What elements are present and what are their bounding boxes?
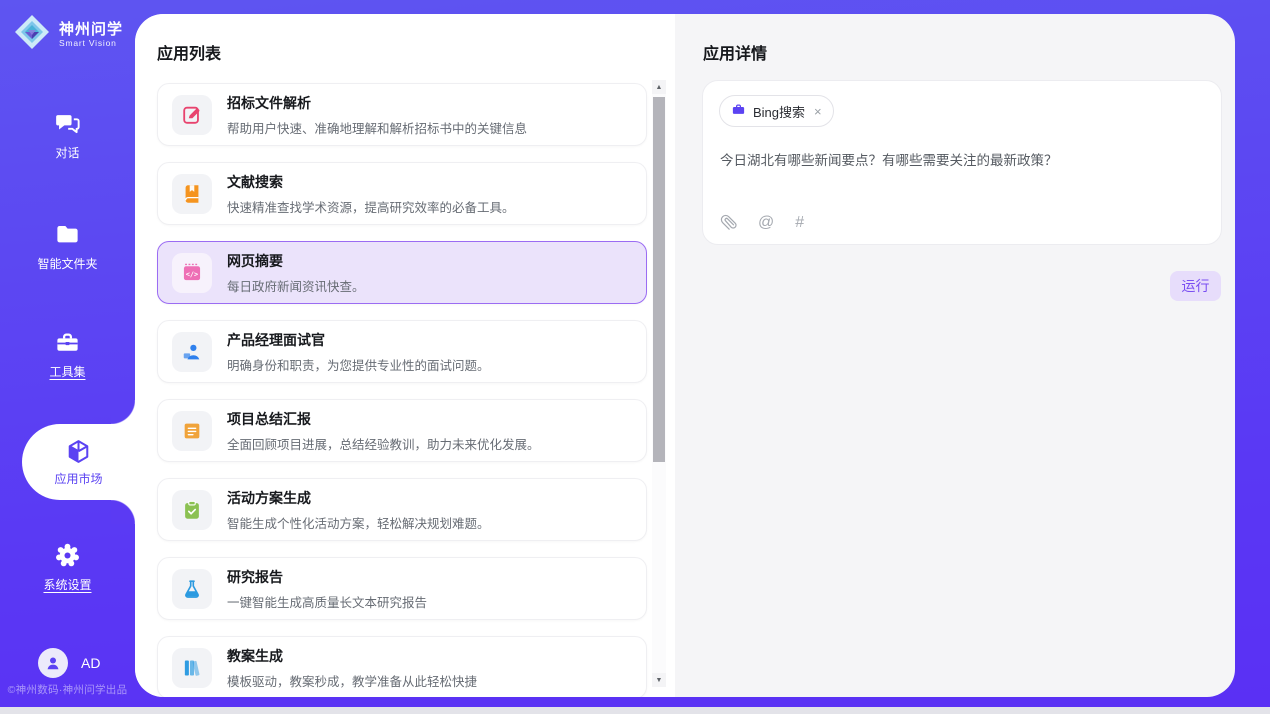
books-icon — [172, 648, 212, 688]
sidebar-item-label: 工具集 — [49, 363, 85, 380]
scroll-down-button[interactable]: ▼ — [652, 673, 666, 687]
research-icon — [172, 569, 212, 609]
app-card-title: 活动方案生成 — [227, 488, 490, 508]
hash-icon[interactable]: # — [795, 215, 804, 231]
sidebar-item-smart-folder[interactable]: 智能文件夹 — [0, 221, 135, 272]
app-card-title: 研究报告 — [227, 567, 427, 587]
app-card[interactable]: 研究报告一键智能生成高质量长文本研究报告 — [157, 557, 647, 620]
app-card-description: 明确身份和职责，为您提供专业性的面试问题。 — [227, 355, 490, 374]
avatar — [38, 648, 68, 678]
app-card[interactable]: 项目总结汇报全面回顾项目进展，总结经验教训，助力未来优化发展。 — [157, 399, 647, 462]
chat-icon — [54, 110, 81, 137]
app-card[interactable]: 产品经理面试官明确身份和职责，为您提供专业性的面试问题。 — [157, 320, 647, 383]
app-card-title: 网页摘要 — [227, 251, 365, 271]
brand-logo-icon — [13, 13, 51, 56]
app-card-description: 模板驱动，教案秒成，教学准备从此轻松快捷 — [227, 671, 477, 690]
mention-icon[interactable]: @ — [758, 215, 774, 231]
user-row[interactable]: AD — [38, 648, 100, 678]
app-card-title: 教案生成 — [227, 646, 477, 666]
app-card[interactable]: 活动方案生成智能生成个性化活动方案，轻松解决规划难题。 — [157, 478, 647, 541]
sidebar-item-chat[interactable]: 对话 — [0, 110, 135, 161]
toolbox-icon — [54, 329, 81, 356]
app-card-description: 一键智能生成高质量长文本研究报告 — [227, 592, 427, 611]
user-name: AD — [81, 655, 100, 671]
tool-chip-label: Bing搜索 — [753, 102, 805, 121]
sidebar-item-toolset[interactable]: 工具集 — [0, 329, 135, 380]
content-panel: 应用列表 招标文件解析帮助用户快速、准确地理解和解析招标书中的关键信息文献搜索快… — [135, 14, 1235, 697]
app-list-section: 应用列表 招标文件解析帮助用户快速、准确地理解和解析招标书中的关键信息文献搜索快… — [135, 14, 675, 697]
doc-edit-icon — [172, 95, 212, 135]
interviewer-icon — [172, 332, 212, 372]
query-input[interactable]: 今日湖北有哪些新闻要点？有哪些需要关注的最新政策？ — [720, 151, 1204, 170]
app-card-title: 招标文件解析 — [227, 93, 527, 113]
app-card[interactable]: 教案生成模板驱动，教案秒成，教学准备从此轻松快捷 — [157, 636, 647, 697]
app-card[interactable]: </> 网页摘要每日政府新闻资讯快查。 — [157, 241, 647, 304]
input-toolbar: @ # — [720, 214, 804, 231]
copyright-text: ©神州数码·神州问学出品 — [0, 682, 135, 697]
sidebar: 神州问学 Smart Vision 对话智能文件夹工具集应用市场系统设置 AD … — [0, 0, 135, 707]
brand-name: 神州问学 — [59, 21, 123, 38]
scroll-up-button[interactable]: ▲ — [652, 80, 666, 94]
sidebar-item-label: 智能文件夹 — [37, 255, 97, 272]
app-card-description: 智能生成个性化活动方案，轻松解决规划难题。 — [227, 513, 490, 532]
app-frame: 神州问学 Smart Vision 对话智能文件夹工具集应用市场系统设置 AD … — [0, 0, 1270, 707]
app-detail-section: 应用详情 Bing搜索 × 今日湖北有哪些新闻要点？有哪些需要关注的最新政策？ — [675, 14, 1235, 697]
brand: 神州问学 Smart Vision — [13, 13, 123, 56]
briefcase-icon — [731, 102, 746, 120]
book-icon — [172, 174, 212, 214]
app-card-description: 每日政府新闻资讯快查。 — [227, 276, 365, 295]
svg-text:</>: </> — [186, 270, 198, 278]
app-card-description: 全面回顾项目进展，总结经验教训，助力未来优化发展。 — [227, 434, 540, 453]
chip-close-icon[interactable]: × — [814, 104, 822, 119]
app-card[interactable]: 文献搜索快速精准查找学术资源，提高研究效率的必备工具。 — [157, 162, 647, 225]
app-card-title: 产品经理面试官 — [227, 330, 490, 350]
scrollbar[interactable]: ▲ ▼ — [652, 80, 666, 687]
folder-icon — [54, 221, 81, 248]
app-card-title: 文献搜索 — [227, 172, 515, 192]
app-detail-title: 应用详情 — [703, 40, 767, 64]
sidebar-item-app-market[interactable]: 应用市场 — [22, 424, 135, 500]
clipboard-check-icon — [172, 490, 212, 530]
app-card[interactable]: 招标文件解析帮助用户快速、准确地理解和解析招标书中的关键信息 — [157, 83, 647, 146]
run-button[interactable]: 运行 — [1170, 271, 1221, 301]
app-card-title: 项目总结汇报 — [227, 409, 540, 429]
attachment-icon[interactable] — [720, 214, 737, 231]
gear-icon — [54, 542, 81, 569]
sidebar-item-label: 应用市场 — [54, 470, 102, 487]
sidebar-item-label: 系统设置 — [43, 576, 91, 593]
browser-code-icon: </> — [172, 253, 212, 293]
cube-icon — [65, 438, 92, 465]
brand-subtitle: Smart Vision — [59, 38, 123, 48]
sidebar-item-settings[interactable]: 系统设置 — [0, 542, 135, 593]
query-card: Bing搜索 × 今日湖北有哪些新闻要点？有哪些需要关注的最新政策？ @ # — [702, 80, 1222, 245]
app-card-description: 快速精准查找学术资源，提高研究效率的必备工具。 — [227, 197, 515, 216]
tool-chip-bing-search[interactable]: Bing搜索 × — [719, 95, 834, 127]
sidebar-item-label: 对话 — [55, 144, 79, 161]
scrollbar-thumb[interactable] — [653, 97, 665, 462]
app-card-description: 帮助用户快速、准确地理解和解析招标书中的关键信息 — [227, 118, 527, 137]
app-card-list: 招标文件解析帮助用户快速、准确地理解和解析招标书中的关键信息文献搜索快速精准查找… — [157, 83, 647, 697]
note-icon — [172, 411, 212, 451]
app-list-title: 应用列表 — [157, 40, 221, 64]
